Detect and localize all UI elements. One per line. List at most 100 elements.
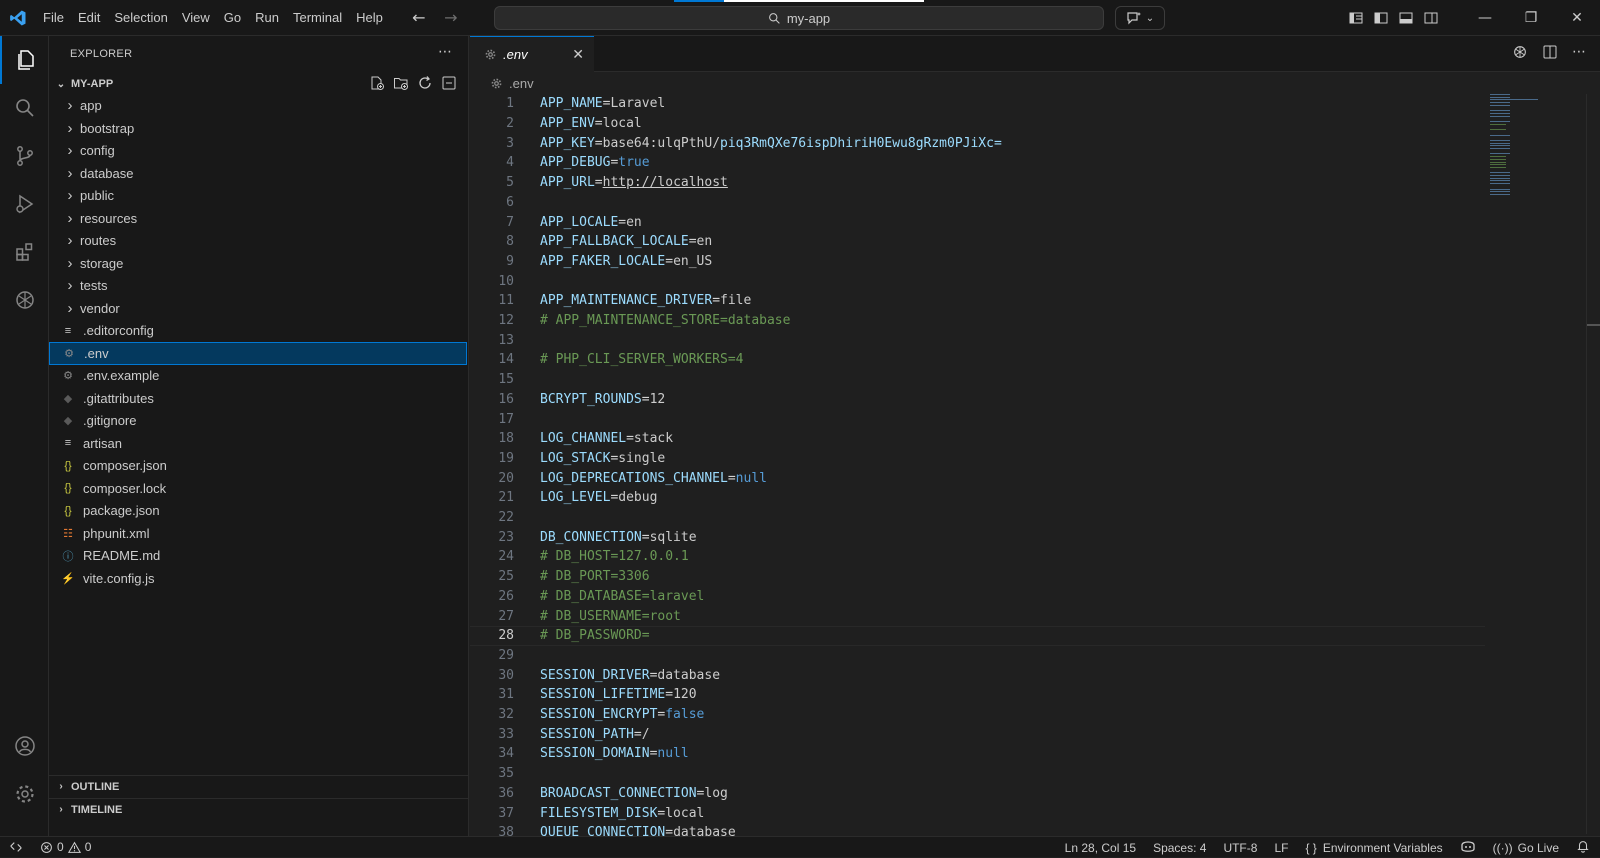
openai-icon[interactable]	[1512, 44, 1528, 60]
split-editor-icon[interactable]	[1542, 44, 1558, 60]
accounts-activity[interactable]	[0, 722, 49, 770]
explorer-activity[interactable]	[0, 36, 49, 84]
search-activity[interactable]	[0, 84, 49, 132]
code-line[interactable]: 29	[470, 646, 1485, 666]
tree-folder[interactable]: › routes	[49, 229, 467, 252]
code-line[interactable]: 30 SESSION_DRIVER=database	[470, 665, 1485, 685]
outline-section[interactable]: › OUTLINE	[49, 775, 469, 797]
tree-folder[interactable]: › bootstrap	[49, 117, 467, 140]
tab-env[interactable]: .env ✕	[470, 36, 594, 72]
minimize-icon[interactable]: —	[1462, 0, 1508, 36]
tree-file[interactable]: {} composer.json	[49, 454, 467, 477]
toggle-panel-icon[interactable]	[1398, 10, 1414, 26]
chatgpt-activity[interactable]	[0, 276, 49, 324]
tree-file[interactable]: {} package.json	[49, 499, 467, 522]
tree-file[interactable]: ≡ .editorconfig	[49, 319, 467, 342]
code-line[interactable]: 25 # DB_PORT=3306	[470, 567, 1485, 587]
code-line[interactable]: 9 APP_FAKER_LOCALE=en_US	[470, 252, 1485, 272]
restore-icon[interactable]: ❐	[1508, 0, 1554, 36]
remote-indicator[interactable]	[0, 837, 32, 858]
menu-help[interactable]: Help	[349, 0, 390, 36]
code-line[interactable]: 13	[470, 330, 1485, 350]
tree-file[interactable]: ≡ artisan	[49, 432, 467, 455]
code-line[interactable]: 34 SESSION_DOMAIN=null	[470, 744, 1485, 764]
more-actions-icon[interactable]: ⋯	[1572, 44, 1586, 60]
tree-file[interactable]: {} composer.lock	[49, 477, 467, 500]
tree-file[interactable]: ◆ .gitignore	[49, 409, 467, 432]
menu-selection[interactable]: Selection	[107, 0, 174, 36]
menu-terminal[interactable]: Terminal	[286, 0, 349, 36]
tree-folder[interactable]: › tests	[49, 274, 467, 297]
code-line[interactable]: 26 # DB_DATABASE=laravel	[470, 587, 1485, 607]
code-line[interactable]: 8 APP_FALLBACK_LOCALE=en	[470, 232, 1485, 252]
code-line[interactable]: 27 # DB_USERNAME=root	[470, 606, 1485, 626]
code-line[interactable]: 16 BCRYPT_ROUNDS=12	[470, 390, 1485, 410]
copilot-chat-button[interactable]: ⌄	[1115, 6, 1165, 30]
close-window-icon[interactable]: ✕	[1554, 0, 1600, 36]
code-line[interactable]: 31 SESSION_LIFETIME=120	[470, 685, 1485, 705]
tree-file[interactable]: ⚡ vite.config.js	[49, 567, 467, 590]
customize-layout-icon[interactable]	[1348, 10, 1364, 26]
code-line[interactable]: 11 APP_MAINTENANCE_DRIVER=file	[470, 291, 1485, 311]
encoding[interactable]: UTF-8	[1223, 841, 1257, 855]
tree-folder[interactable]: › resources	[49, 207, 467, 230]
tree-folder[interactable]: › storage	[49, 252, 467, 275]
toggle-secondary-sidebar-icon[interactable]	[1423, 10, 1439, 26]
collapse-all-icon[interactable]	[441, 75, 457, 91]
code-line[interactable]: 32 SESSION_ENCRYPT=false	[470, 705, 1485, 725]
run-debug-activity[interactable]	[0, 180, 49, 228]
forward-arrow-icon[interactable]: →	[442, 8, 460, 27]
notifications-bell-icon[interactable]	[1576, 839, 1590, 856]
go-live-button[interactable]: ((·)) Go Live	[1493, 841, 1559, 855]
menu-view[interactable]: View	[175, 0, 217, 36]
code-line[interactable]: 6	[470, 193, 1485, 213]
vertical-scrollbar[interactable]	[1586, 94, 1600, 834]
breadcrumb-item[interactable]: .env	[509, 76, 534, 91]
code-line[interactable]: 3 APP_KEY=base64:ulqPthU/piq3RmQXe76ispDh…	[470, 133, 1485, 153]
code-line[interactable]: 2 APP_ENV=local	[470, 114, 1485, 134]
source-control-activity[interactable]	[0, 132, 49, 180]
tree-folder[interactable]: › vendor	[49, 297, 467, 320]
copilot-status[interactable]	[1460, 839, 1476, 856]
problems-indicator[interactable]: 0 0	[40, 840, 91, 854]
code-line[interactable]: 28 # DB_PASSWORD=	[470, 625, 1485, 646]
code-line[interactable]: 36 BROADCAST_CONNECTION=log	[470, 784, 1485, 804]
command-center-search[interactable]: my-app	[494, 6, 1104, 30]
tree-file[interactable]: ◆ .gitattributes	[49, 387, 467, 410]
toggle-primary-sidebar-icon[interactable]	[1373, 10, 1389, 26]
code-line[interactable]: 23 DB_CONNECTION=sqlite	[470, 527, 1485, 547]
cursor-position[interactable]: Ln 28, Col 15	[1065, 841, 1136, 855]
minimap[interactable]	[1490, 94, 1570, 204]
tree-file[interactable]: ⚙ .env.example	[49, 364, 467, 387]
code-line[interactable]: 17	[470, 409, 1485, 429]
code-line[interactable]: 12 # APP_MAINTENANCE_STORE=database	[470, 311, 1485, 331]
menu-edit[interactable]: Edit	[71, 0, 107, 36]
project-header[interactable]: ⌄ MY-APP	[49, 73, 469, 95]
code-line[interactable]: 33 SESSION_PATH=/	[470, 724, 1485, 744]
tree-file[interactable]: ⚙ .env	[49, 341, 467, 365]
timeline-section[interactable]: › TIMELINE	[49, 798, 469, 820]
code-line[interactable]: 4 APP_DEBUG=true	[470, 153, 1485, 173]
code-line[interactable]: 5 APP_URL=http://localhost	[470, 173, 1485, 193]
code-line[interactable]: 7 APP_LOCALE=en	[470, 212, 1485, 232]
menu-run[interactable]: Run	[248, 0, 286, 36]
tree-folder[interactable]: › database	[49, 162, 467, 185]
code-line[interactable]: 22	[470, 508, 1485, 528]
code-line[interactable]: 24 # DB_HOST=127.0.0.1	[470, 547, 1485, 567]
code-line[interactable]: 15	[470, 370, 1485, 390]
language-mode[interactable]: { } Environment Variables	[1305, 841, 1442, 855]
extensions-activity[interactable]	[0, 228, 49, 276]
code-line[interactable]: 14 # PHP_CLI_SERVER_WORKERS=4	[470, 350, 1485, 370]
code-line[interactable]: 35	[470, 764, 1485, 784]
tree-folder[interactable]: › config	[49, 139, 467, 162]
indentation[interactable]: Spaces: 4	[1153, 841, 1206, 855]
tree-folder[interactable]: › app	[49, 94, 467, 117]
code-line[interactable]: 1 APP_NAME=Laravel	[470, 94, 1485, 114]
code-line[interactable]: 18 LOG_CHANNEL=stack	[470, 429, 1485, 449]
scrollbar-thumb[interactable]	[1587, 324, 1600, 326]
tree-file[interactable]: ⓘ README.md	[49, 544, 467, 567]
manage-activity[interactable]	[0, 770, 49, 818]
code-line[interactable]: 10	[470, 271, 1485, 291]
code-line[interactable]: 20 LOG_DEPRECATIONS_CHANNEL=null	[470, 468, 1485, 488]
tree-file[interactable]: ☷ phpunit.xml	[49, 522, 467, 545]
